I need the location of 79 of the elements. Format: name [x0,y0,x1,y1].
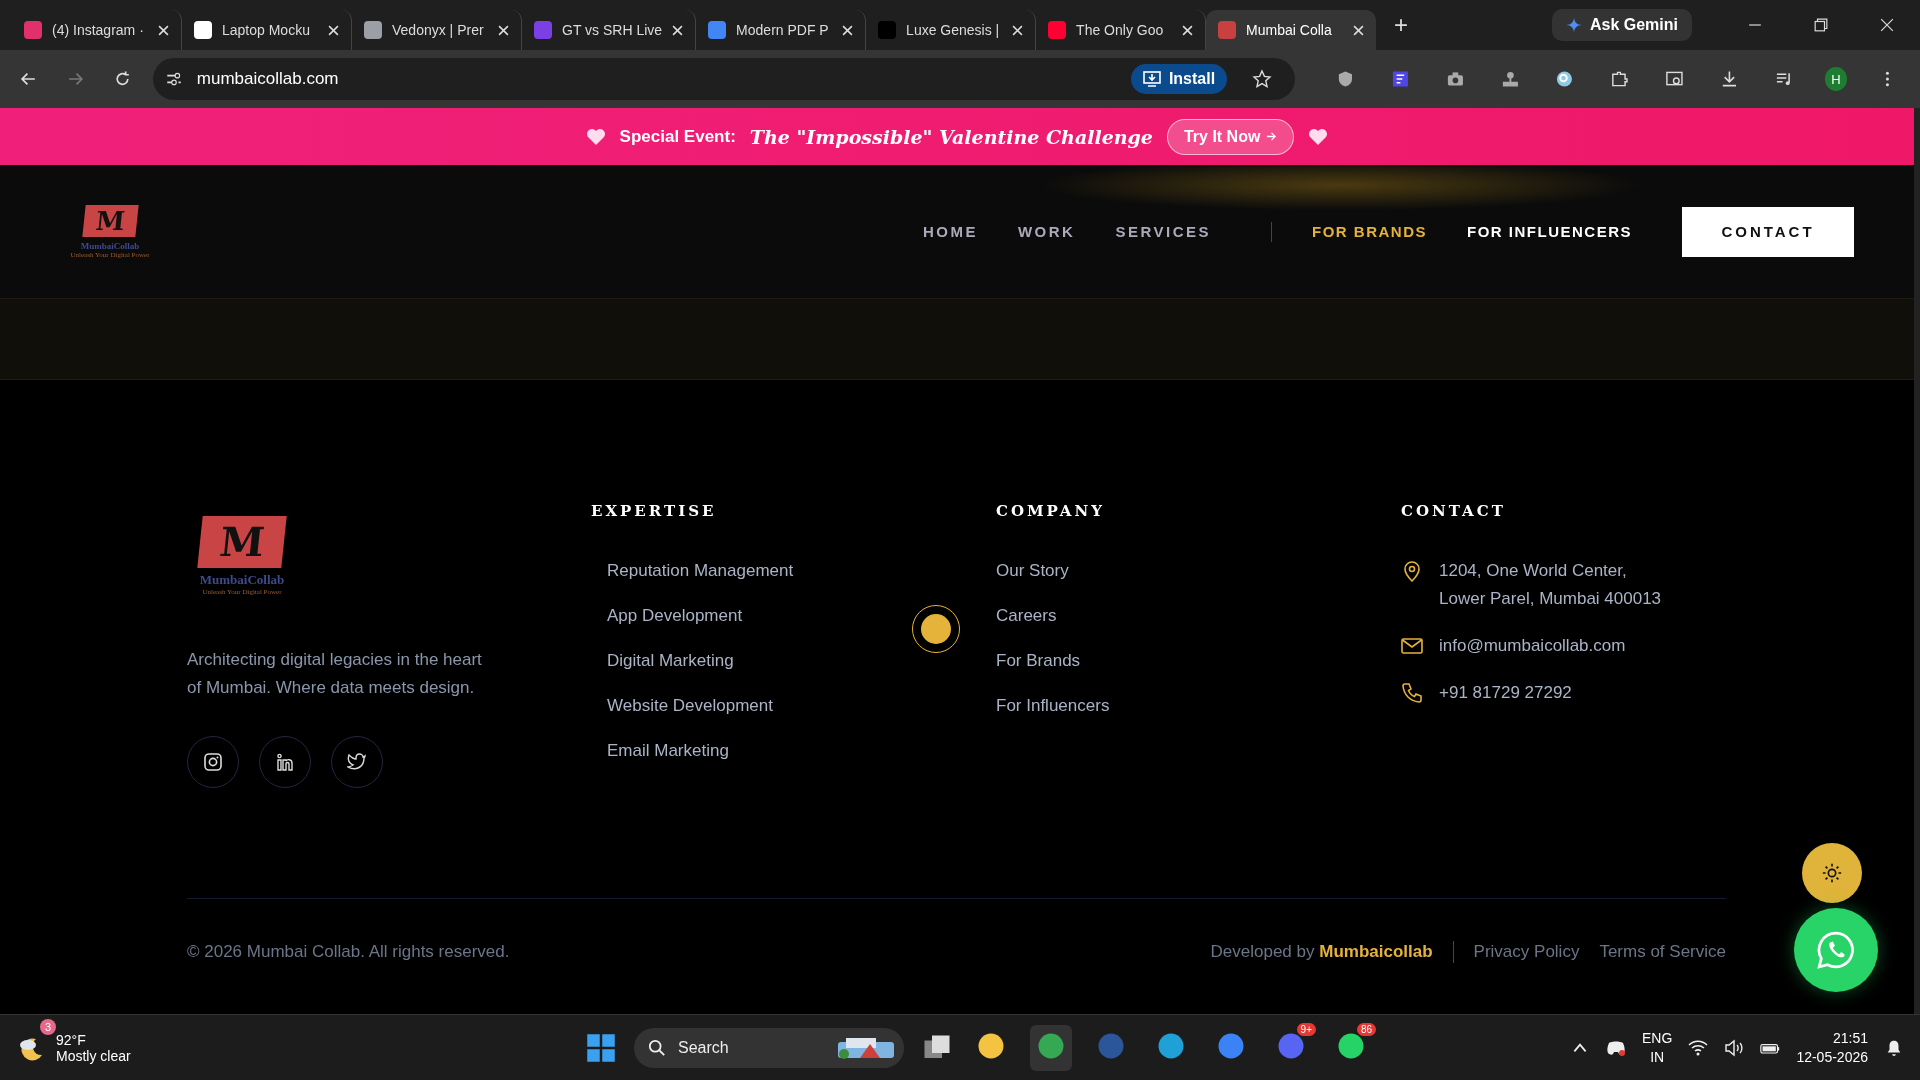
heart-icon [1308,127,1329,146]
close-icon[interactable] [842,24,854,36]
about-text: Architecting digital legacies in the heart of Mumbai. Where data meets design. [187,649,483,699]
address-field[interactable]: mumbaicollab.com Install [152,58,1296,100]
windows-start-icon[interactable] [586,1032,616,1063]
footer-link[interactable]: Website Development [607,695,996,717]
footer-link[interactable]: Digital Marketing [607,650,996,672]
location-pin-icon [1401,560,1423,582]
nav-link[interactable]: WORK [1017,223,1076,240]
temperature-text: 92°F [56,1031,87,1048]
ask-gemini-button[interactable]: Ask Gemini [1551,9,1692,41]
column-heading: COMPANY [996,502,1106,520]
forward-icon[interactable] [66,70,84,88]
event-label: Special Event: [619,126,736,147]
instagram-icon [203,752,223,772]
clock[interactable]: 21:51 12-05-2026 [1796,1028,1868,1067]
column-heading: CONTACT [1401,502,1507,520]
footer-link[interactable]: Our Story [996,560,1401,582]
new-tab-button[interactable]: + [1388,10,1415,40]
camera-icon[interactable] [1445,69,1465,89]
volume-icon[interactable] [1724,1038,1745,1057]
profile-avatar[interactable]: H [1824,67,1848,91]
theme-toggle-button[interactable] [1802,843,1862,903]
legal-link[interactable]: Privacy Policy [1473,942,1580,962]
search-icon [648,1038,666,1057]
puzzle-icon[interactable] [1610,69,1630,89]
footer-link[interactable]: Email Marketing [607,740,996,762]
footer-link[interactable]: For Influencers [996,695,1401,717]
notification-badge: 9+ [1296,1022,1316,1036]
install-icon [1142,71,1161,87]
notification-badge: 86 [1356,1022,1376,1036]
contact-text: info@mumbaicollab.com [1439,635,1626,657]
sun-icon [1821,862,1843,884]
footer-link[interactable]: Careers [996,605,1401,627]
legal-link[interactable]: Terms of Service [1599,942,1726,962]
close-icon[interactable] [1012,24,1024,36]
footer-link[interactable]: For Brands [996,650,1401,672]
shield-icon[interactable] [1336,69,1355,89]
whatsapp-button[interactable] [1794,908,1878,992]
star-icon[interactable] [1252,69,1273,89]
close-icon[interactable] [158,24,169,36]
language-indicator[interactable]: ENG IN [1642,1028,1673,1067]
event-title: The "Impossible" Valentine Challenge [749,125,1153,148]
back-icon[interactable] [20,70,37,88]
nav-link[interactable]: SERVICES [1115,223,1211,240]
footer-link[interactable]: Reputation Management [607,560,996,582]
close-icon[interactable] [1182,24,1194,36]
copyright-text: © 2026 Mumbai Collab. All rights reserved. [187,942,510,962]
whatsapp-icon [1815,929,1857,971]
restore-icon[interactable] [1814,18,1828,32]
close-icon[interactable] [328,24,339,36]
site-settings-icon[interactable] [164,70,183,88]
close-icon[interactable] [672,24,684,36]
nav-link[interactable]: FOR BRANDS [1312,223,1427,240]
heart-icon [585,127,606,146]
weather-condition: Mostly clear [56,1047,131,1064]
wifi-icon[interactable] [1688,1038,1709,1057]
document-icon[interactable] [1390,69,1410,89]
linkedin-icon [275,752,295,772]
mail-icon [1401,635,1423,657]
contact-text: +91 81729 27292 [1439,682,1572,704]
contact-text: 1204, One World Center, Lower Parel, Mumbai 400013 [1439,560,1662,610]
bird-icon [347,752,367,772]
footer-link[interactable]: App Development [607,605,996,627]
nav-link[interactable]: HOME [922,223,978,240]
nav-link[interactable]: FOR INFLUENCERS [1467,223,1632,240]
close-icon[interactable] [1880,18,1894,32]
phone-icon [1401,682,1423,704]
contact-button[interactable]: CONTACT [1682,206,1854,257]
taskbar-search-field[interactable]: Search [634,1027,904,1068]
arrow-right-icon [1266,131,1278,142]
developer-credit: Developed by Mumbaicollab [1210,942,1433,962]
column-heading: EXPERTISE [591,502,718,520]
browser-tab[interactable]: Mumbai Colla [1206,10,1377,50]
close-icon[interactable] [498,24,509,36]
notification-badge: 3 [40,1018,56,1035]
close-icon[interactable] [1353,24,1365,36]
install-button[interactable]: Install [1130,64,1228,94]
reload-icon[interactable] [113,70,131,88]
